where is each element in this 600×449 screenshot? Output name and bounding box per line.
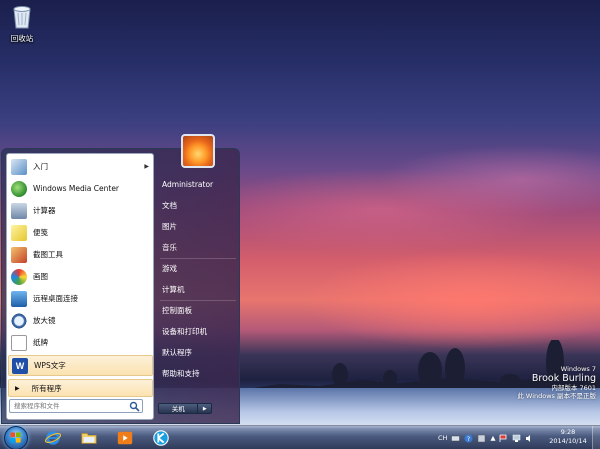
user-account-picture[interactable]	[181, 134, 215, 168]
taskbar-ie-button[interactable]	[38, 428, 68, 448]
expand-arrow-icon: ▶	[15, 384, 20, 392]
program-label: 画图	[33, 272, 48, 281]
windows-logo-icon	[10, 432, 21, 443]
tray-expand-icon[interactable]: ▲	[490, 434, 495, 442]
menu-item-label: 音乐	[162, 242, 177, 252]
ime-indicator[interactable]: CH	[438, 434, 447, 442]
watermark-genuine: 此 Windows 副本不是正版	[517, 392, 596, 400]
taskbar-explorer-button[interactable]	[74, 428, 104, 448]
menu-item-default-programs[interactable]: 默认程序	[160, 342, 238, 362]
menu-item-music[interactable]: 音乐	[160, 237, 238, 257]
magnifier-icon	[11, 312, 27, 329]
start-search-field[interactable]	[9, 399, 143, 413]
menu-item-control-panel[interactable]: 控制面板	[160, 300, 238, 320]
menu-item-label: 图片	[162, 221, 177, 231]
snipping-tool-icon	[11, 246, 27, 263]
program-label: Windows Media Center	[33, 184, 120, 193]
search-input[interactable]	[14, 402, 124, 410]
menu-item-computer[interactable]: 计算机	[160, 279, 238, 299]
menu-item-label: 游戏	[162, 263, 177, 273]
menu-item-label: 文档	[162, 200, 177, 210]
search-icon[interactable]	[129, 401, 140, 412]
svg-text:?: ?	[467, 436, 470, 443]
ime-settings-icon[interactable]	[477, 434, 486, 443]
recycle-bin-label: 回收站	[10, 34, 34, 43]
program-label: 截图工具	[33, 250, 63, 259]
show-desktop-button[interactable]	[592, 426, 600, 449]
program-item-solitaire[interactable]: 纸牌	[8, 332, 153, 353]
program-label: 入门	[33, 162, 48, 171]
submenu-arrow-icon: ▶	[144, 163, 149, 170]
explorer-folder-icon	[81, 433, 97, 444]
windows-watermark: Windows 7 Brook Burling 内部版本 7601 此 Wind…	[517, 365, 596, 401]
start-menu: 入门 ▶ Windows Media Center 计算器 便笺 截图工具 画图…	[1, 134, 240, 424]
program-label: 计算器	[33, 206, 56, 215]
watermark-build: 内部版本 7601	[551, 384, 596, 392]
network-icon[interactable]	[512, 434, 521, 443]
sticky-notes-icon	[11, 224, 27, 241]
menu-item-label: Administrator	[162, 179, 214, 189]
menu-item-pictures[interactable]: 图片	[160, 216, 238, 236]
menu-item-administrator[interactable]: Administrator	[160, 174, 238, 194]
program-item-wps-writer[interactable]: W WPS文字	[8, 355, 153, 376]
remote-desktop-icon	[11, 290, 27, 307]
media-center-icon	[11, 180, 27, 197]
shutdown-options-arrow-icon[interactable]: ▶	[197, 404, 211, 413]
taskbar: CH ? ▲ 9:28 2014/10/14	[0, 425, 600, 449]
program-item-getting-started[interactable]: 入门 ▶	[8, 156, 153, 177]
program-item-media-center[interactable]: Windows Media Center	[8, 178, 153, 199]
calculator-icon	[11, 202, 27, 219]
program-item-remote-desktop[interactable]: 远程桌面连接	[8, 288, 153, 309]
watermark-user: Brook Burling	[531, 373, 596, 384]
program-item-sticky-notes[interactable]: 便笺	[8, 222, 153, 243]
clock[interactable]: 9:28 2014/10/14	[548, 428, 588, 446]
menu-item-label: 计算机	[162, 284, 185, 294]
start-button[interactable]	[4, 426, 28, 449]
menu-item-devices-printers[interactable]: 设备和打印机	[160, 321, 238, 341]
watermark-os: Windows 7	[560, 365, 596, 373]
shutdown-button[interactable]: 关机	[159, 404, 198, 413]
menu-item-label: 默认程序	[162, 347, 192, 357]
recycle-bin-desktop-icon[interactable]: 回收站	[4, 3, 40, 44]
menu-item-help-support[interactable]: 帮助和支持	[160, 363, 238, 383]
program-item-calculator[interactable]: 计算器	[8, 200, 153, 221]
menu-item-documents[interactable]: 文档	[160, 195, 238, 215]
menu-item-label: 控制面板	[162, 305, 192, 315]
volume-icon[interactable]	[525, 434, 534, 443]
action-center-flag-icon[interactable]	[499, 434, 508, 443]
keyboard-icon[interactable]	[451, 434, 461, 443]
all-programs-label: 所有程序	[31, 383, 62, 393]
internet-explorer-icon	[44, 431, 62, 445]
program-item-snipping-tool[interactable]: 截图工具	[8, 244, 153, 265]
program-label: 便笺	[33, 228, 48, 237]
taskbar-media-player-button[interactable]	[110, 428, 140, 448]
system-tray: CH ? ▲	[438, 428, 534, 448]
kuaibo-icon	[153, 430, 169, 446]
clock-time: 9:28	[560, 428, 576, 436]
getting-started-icon	[11, 158, 27, 175]
paint-icon	[11, 268, 27, 285]
recycle-bin-icon	[13, 6, 31, 29]
wps-writer-icon: W	[12, 357, 28, 374]
taskbar-kuaibo-button[interactable]	[146, 428, 176, 448]
solitaire-icon	[11, 334, 27, 351]
menu-item-games[interactable]: 游戏	[160, 258, 238, 278]
programs-pane: 入门 ▶ Windows Media Center 计算器 便笺 截图工具 画图…	[6, 153, 154, 420]
menu-item-label: 设备和打印机	[162, 326, 207, 336]
clock-date: 2014/10/14	[549, 437, 587, 445]
menu-item-label: 帮助和支持	[162, 368, 200, 378]
media-player-icon	[117, 431, 133, 445]
program-label: 远程桌面连接	[33, 294, 78, 303]
all-programs-button[interactable]: ▶ 所有程序	[8, 379, 153, 397]
program-label: 放大镜	[33, 316, 56, 325]
program-label: WPS文字	[34, 361, 66, 370]
shutdown-control: 关机 ▶	[158, 403, 212, 414]
program-item-magnifier[interactable]: 放大镜	[8, 310, 153, 331]
program-label: 纸牌	[33, 338, 48, 347]
help-icon[interactable]: ?	[464, 434, 473, 443]
program-item-paint[interactable]: 画图	[8, 266, 153, 287]
